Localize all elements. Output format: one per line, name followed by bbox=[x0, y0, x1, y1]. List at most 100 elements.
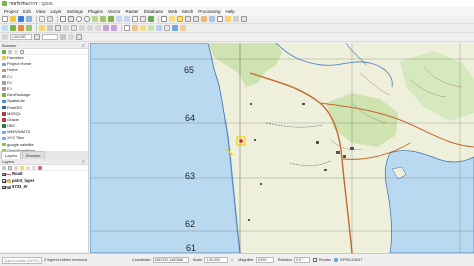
intersection-icon[interactable] bbox=[68, 34, 74, 40]
plugin-python-icon[interactable] bbox=[172, 25, 178, 31]
measure-icon[interactable] bbox=[217, 16, 223, 22]
scale-input[interactable]: 1:50,000 bbox=[10, 34, 32, 40]
collapse-all-icon[interactable] bbox=[14, 49, 18, 54]
rotation-field[interactable]: 0.0 ° bbox=[293, 257, 310, 263]
new-project-icon[interactable] bbox=[2, 16, 8, 22]
magnifier-field[interactable]: 100% bbox=[255, 257, 274, 263]
save-as-icon[interactable] bbox=[26, 16, 32, 22]
close-icon[interactable]: ✕ bbox=[82, 159, 85, 165]
label-tool-icon[interactable] bbox=[124, 25, 130, 31]
lock-scale-icon[interactable] bbox=[230, 258, 235, 262]
render-checkbox[interactable] bbox=[313, 258, 318, 262]
field-calculator-icon[interactable] bbox=[201, 16, 207, 22]
annotation-icon[interactable] bbox=[233, 16, 239, 22]
menu-view[interactable]: View bbox=[36, 9, 46, 14]
digitize-icon[interactable] bbox=[55, 25, 61, 31]
highlight-label-icon[interactable] bbox=[140, 25, 146, 31]
coordinate-field[interactable]: 1567032,1461568 bbox=[152, 257, 189, 263]
change-label-icon[interactable] bbox=[164, 25, 170, 31]
menu-settings[interactable]: Settings bbox=[67, 9, 83, 14]
menu-raster[interactable]: Raster bbox=[126, 9, 139, 14]
crs-label[interactable]: EPSG:24047 bbox=[340, 258, 362, 262]
undo-icon[interactable] bbox=[103, 25, 109, 31]
visibility-icon[interactable] bbox=[14, 165, 18, 170]
menu-mesh[interactable]: Mesh bbox=[182, 9, 193, 14]
redo-icon[interactable] bbox=[111, 25, 117, 31]
delete-selected-icon[interactable] bbox=[71, 25, 77, 31]
map-tips-icon[interactable] bbox=[225, 16, 231, 22]
layer-visibility-checkbox[interactable] bbox=[2, 185, 6, 189]
zoom-to-selection-icon[interactable] bbox=[100, 16, 106, 22]
tracing-icon[interactable] bbox=[76, 34, 82, 40]
refresh-icon[interactable] bbox=[148, 16, 154, 22]
select-features-icon[interactable] bbox=[169, 16, 175, 22]
tab-browser[interactable]: Browser bbox=[22, 151, 45, 159]
copy-features-icon[interactable] bbox=[87, 25, 93, 31]
zoom-last-icon[interactable] bbox=[116, 16, 122, 22]
add-raster-icon[interactable] bbox=[26, 25, 32, 31]
save-edits-icon[interactable] bbox=[47, 25, 53, 31]
new-geopackage-icon[interactable] bbox=[10, 25, 16, 31]
select-by-value-icon[interactable] bbox=[177, 16, 183, 22]
units-icon[interactable] bbox=[34, 34, 40, 40]
menu-project[interactable]: Project bbox=[4, 9, 18, 14]
add-group-icon[interactable] bbox=[8, 165, 12, 170]
identify-icon[interactable] bbox=[161, 16, 167, 22]
menu-web[interactable]: Web bbox=[168, 9, 177, 14]
map-canvas[interactable]: 65 64 63 62 61 bbox=[90, 43, 474, 253]
topology-icon[interactable] bbox=[60, 34, 66, 40]
pin-label-icon[interactable] bbox=[132, 25, 138, 31]
crs-globe-icon[interactable] bbox=[334, 258, 339, 262]
tolerance-input[interactable] bbox=[42, 34, 58, 40]
zoom-in-icon[interactable] bbox=[76, 16, 82, 22]
print-layout-icon[interactable] bbox=[39, 16, 45, 22]
layer-visibility-checkbox[interactable] bbox=[2, 172, 6, 176]
filter-icon[interactable] bbox=[8, 49, 12, 54]
menu-edit[interactable]: Edit bbox=[23, 9, 31, 14]
new-shapefile-icon[interactable] bbox=[18, 25, 24, 31]
style-icon[interactable] bbox=[2, 165, 6, 170]
zoom-full-icon[interactable] bbox=[92, 16, 98, 22]
expand-all-icon[interactable] bbox=[26, 165, 30, 170]
menu-database[interactable]: Database bbox=[144, 9, 163, 14]
refresh-icon[interactable] bbox=[2, 49, 6, 54]
move-label-icon[interactable] bbox=[148, 25, 154, 31]
topographic-map[interactable]: 65 64 63 62 61 bbox=[90, 43, 474, 253]
temporal-controller-icon[interactable] bbox=[140, 16, 146, 22]
menu-plugins[interactable]: Plugins bbox=[88, 9, 103, 14]
processing-toolbox-icon[interactable] bbox=[180, 25, 186, 31]
new-map-view-icon[interactable] bbox=[132, 16, 138, 22]
menu-layer[interactable]: Layer bbox=[50, 9, 61, 14]
vertex-tool-icon[interactable] bbox=[63, 25, 69, 31]
attribute-table-icon[interactable] bbox=[193, 16, 199, 22]
scale-field[interactable]: 1:30,000 bbox=[204, 257, 229, 263]
layout-manager-icon[interactable] bbox=[47, 16, 53, 22]
tab-layers[interactable]: Layers bbox=[1, 151, 22, 159]
pan-to-selection-icon[interactable] bbox=[68, 16, 74, 22]
snapping-icon[interactable] bbox=[2, 34, 8, 40]
layer-visibility-checkbox[interactable] bbox=[2, 179, 6, 183]
data-source-manager-icon[interactable] bbox=[2, 25, 8, 31]
collapse-all-icon[interactable] bbox=[32, 165, 36, 170]
save-project-icon[interactable] bbox=[18, 16, 24, 22]
menu-vector[interactable]: Vector bbox=[108, 9, 121, 14]
close-icon[interactable]: ✕ bbox=[82, 43, 85, 49]
statistics-icon[interactable] bbox=[209, 16, 215, 22]
properties-icon[interactable] bbox=[20, 49, 24, 54]
remove-layer-icon[interactable] bbox=[38, 165, 42, 170]
zoom-next-icon[interactable] bbox=[124, 16, 130, 22]
pan-icon[interactable] bbox=[60, 16, 66, 22]
edit-pencil-icon[interactable] bbox=[39, 25, 45, 31]
rotate-label-icon[interactable] bbox=[156, 25, 162, 31]
layer-item[interactable]: 5733_IV bbox=[0, 184, 88, 191]
text-annotation-icon[interactable] bbox=[241, 16, 247, 22]
deselect-icon[interactable] bbox=[185, 16, 191, 22]
open-project-icon[interactable] bbox=[10, 16, 16, 22]
menu-help[interactable]: Help bbox=[226, 9, 235, 14]
cut-features-icon[interactable] bbox=[79, 25, 85, 31]
paste-features-icon[interactable] bbox=[95, 25, 101, 31]
locator-search-input[interactable]: Type to locate (Ctrl+K) bbox=[2, 256, 42, 264]
filter-legend-icon[interactable] bbox=[20, 165, 24, 170]
menu-processing[interactable]: Processing bbox=[198, 9, 220, 14]
zoom-to-layer-icon[interactable] bbox=[108, 16, 114, 22]
